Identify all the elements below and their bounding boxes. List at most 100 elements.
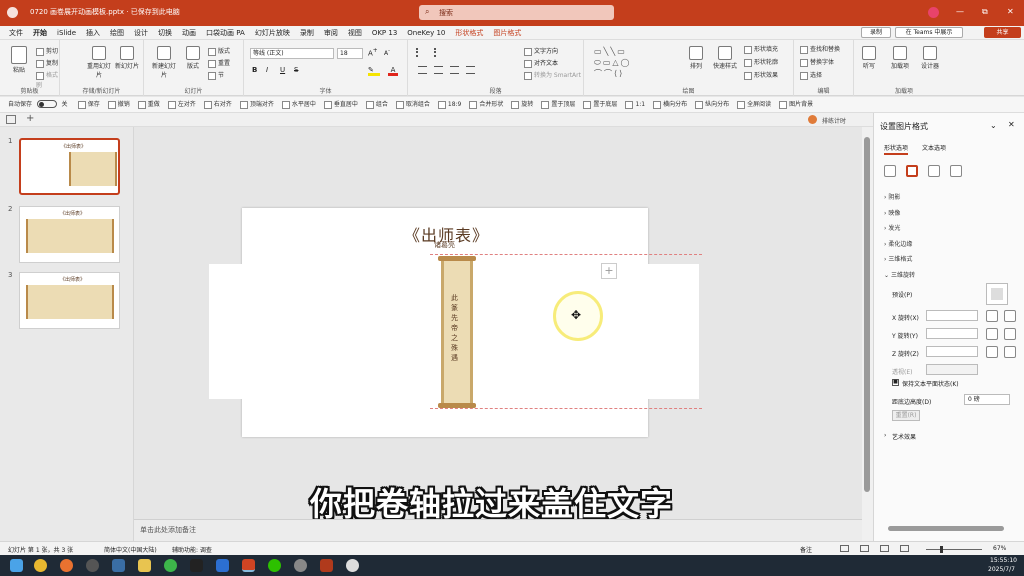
search-box[interactable]: ⌕ 搜索 [419,5,614,20]
text-direction-button[interactable]: 文字方向 [524,46,558,56]
file-explorer-icon[interactable] [138,559,151,572]
copy-button[interactable]: 复制 [36,58,58,68]
arrange-button[interactable]: 排列 [684,46,708,70]
shapes-gallery[interactable]: ▭╲╲▭ ⬭▭△◯ ⌒⌒⟨⟩ [594,46,678,80]
qat-button[interactable]: 置于底层 [583,97,617,113]
slide-thumbnail-3[interactable]: 《出师表》 [19,272,120,329]
qat-button[interactable]: 重做 [137,97,160,113]
pane-hscroll[interactable] [888,526,1004,531]
reading-view-icon[interactable] [880,545,889,552]
addins-button[interactable]: 加载项 [888,46,912,70]
smartart-button[interactable]: 转换为 SmartArt [524,70,581,80]
dictate-button[interactable]: 听写 [858,46,880,70]
qat-button[interactable]: 取消组合 [395,97,430,113]
slide-thumbnail-1[interactable]: 《出师表》 [19,138,120,195]
slide-thumbnail-2[interactable]: 《出师表》 [19,206,120,263]
accessibility-status[interactable]: 辅助功能: 调查 [172,545,212,554]
ribbon-tab[interactable]: 口袋动画 PA [201,26,250,40]
x-rotation-input[interactable] [926,310,978,321]
powerpoint-taskbar-icon[interactable] [242,559,255,572]
art-effects-chevron-icon[interactable]: › [884,432,886,439]
pane-section[interactable]: › 三维格式 [884,254,912,263]
shape-outline-button[interactable]: 形状轮廓 [744,57,778,67]
scroll-paper[interactable]: 此 篆 先 帝 之 殊 遇 [441,261,473,403]
normal-view-icon[interactable] [840,545,849,552]
qat-button[interactable]: 保存 [77,97,100,113]
picture-icon[interactable] [950,165,962,177]
ribbon-tab[interactable]: 插入 [81,26,105,40]
qat-button[interactable]: 置于顶层 [541,97,575,113]
font-size-select[interactable]: 18 [337,48,363,59]
designer-button[interactable]: 设计器 [918,46,942,70]
tab-text-options[interactable]: 文本选项 [922,143,946,152]
keep-flat-checkbox[interactable]: ■ [892,379,899,386]
media-app-icon[interactable] [320,559,333,572]
z-rotate-ccw-icon[interactable] [986,346,998,358]
shape-effects-button[interactable]: 形状效果 [744,70,778,80]
qat-button[interactable]: 全屏阅读 [737,97,771,113]
add-tab-button[interactable]: + [26,113,34,124]
qat-button[interactable]: 水平居中 [281,97,316,113]
ribbon-tab[interactable]: 设计 [129,26,153,40]
qat-button[interactable]: 撤销 [107,97,130,113]
zoom-thumb[interactable] [940,546,943,553]
ribbon-tab[interactable]: 形状格式 [450,26,488,40]
y-rotation-input[interactable] [926,328,978,339]
clock-date[interactable]: 2025/7/7 [988,566,1015,573]
underline-button[interactable]: U [280,66,285,74]
notes-pane[interactable]: 单击此处添加备注 [134,519,862,541]
account-avatar[interactable] [928,7,939,18]
select-button[interactable]: 选择 [800,70,822,80]
canvas-scrollbar[interactable] [862,127,873,541]
ribbon-tab[interactable]: iSlide [52,26,81,40]
qat-button[interactable]: 垂直居中 [323,97,358,113]
perspective-input[interactable] [926,364,978,375]
teams-present-button[interactable]: 在 Teams 中展示 [895,27,963,38]
rehearse-icon[interactable] [808,115,817,124]
slideshow-icon[interactable] [900,545,909,552]
pane-section[interactable]: › 阴影 [884,192,900,201]
ribbon-tab[interactable]: 审阅 [319,26,343,40]
green-app-icon[interactable] [164,559,177,572]
z-rotate-cw-icon[interactable] [1004,346,1016,358]
new-slide-button[interactable]: 新建幻灯片 [150,46,178,79]
italic-button[interactable]: I [266,66,268,74]
ribbon-tab[interactable]: OneKey 10 [402,26,450,40]
tab-shape-options[interactable]: 形状选项 [884,143,909,155]
notes-toggle[interactable]: 备注 [800,545,812,554]
numbering-icon[interactable] [434,48,444,57]
justify-icon[interactable] [466,66,475,74]
close-button[interactable]: ✕ [1007,7,1014,16]
ribbon-tab[interactable]: 视图 [343,26,367,40]
qat-button[interactable]: 右对齐 [203,97,232,113]
panel-toggle-icon[interactable] [6,115,16,124]
scrollbar-thumb[interactable] [864,137,870,492]
qat-button[interactable]: 旋转 [511,97,533,113]
windows-start-icon[interactable] [10,559,23,572]
distance-input[interactable]: 0 磅 [964,394,1010,405]
restore-button[interactable]: ⧉ [982,7,988,17]
section-button[interactable]: 节 [208,70,224,80]
capcut-icon[interactable] [190,559,203,572]
bullets-icon[interactable] [416,48,426,57]
pane-section[interactable]: ⌄ 三维旋转 [884,270,915,279]
qat-button[interactable]: 1:1 [625,97,645,113]
z-rotation-input[interactable] [926,346,978,357]
zoom-slider[interactable] [926,546,982,553]
ribbon-tab[interactable]: 切换 [153,26,177,40]
strikethrough-button[interactable]: S [294,66,298,74]
highlight-icon[interactable]: ✎ [368,66,380,76]
pane-close-icon[interactable]: ✕ [1008,120,1015,129]
shape-fill-button[interactable]: 形状填充 [744,44,778,54]
y-rotate-down-icon[interactable] [1004,328,1016,340]
pane-section[interactable]: › 发光 [884,223,900,232]
qat-button[interactable]: 18:9 [437,97,461,113]
qat-button[interactable]: 纵向分布 [695,97,729,113]
qat-button[interactable]: 横向分布 [653,97,687,113]
language-indicator[interactable]: 简体中文(中国大陆) [104,545,157,554]
align-right-icon[interactable] [450,66,459,74]
ribbon-tab[interactable]: 动画 [177,26,201,40]
feishu-icon[interactable] [216,559,229,572]
ribbon-tab[interactable]: 文件 [4,26,28,40]
replace-font-button[interactable]: 替换字体 [800,57,834,67]
